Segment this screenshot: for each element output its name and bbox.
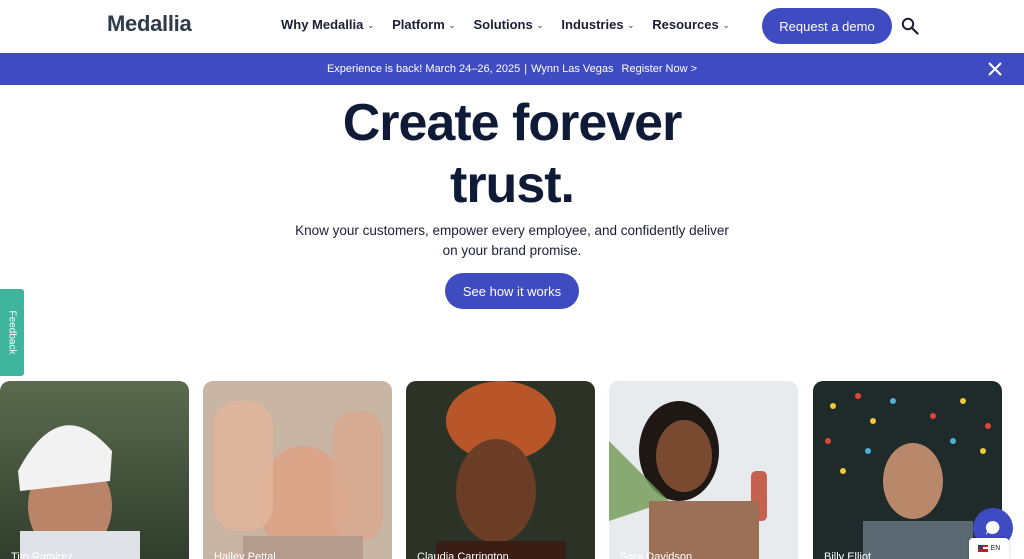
chevron-down-icon: ⌄ [448, 21, 456, 30]
language-label: EN [990, 545, 1001, 552]
person-name: Sara Davidson [620, 551, 693, 559]
nav-label: Platform [392, 17, 445, 32]
chevron-down-icon: ⌄ [536, 21, 544, 30]
request-demo-button[interactable]: Request a demo [762, 8, 892, 44]
person-photo [406, 381, 595, 559]
hero-subtitle: Know your customers, empower every emplo… [262, 221, 762, 261]
person-name: Hailey Pettal [214, 551, 276, 559]
hero-subtitle-line: on your brand promise. [442, 243, 582, 258]
hero-title: Create forever trust. [0, 92, 1024, 216]
nav-label: Resources [652, 17, 719, 32]
person-photo [0, 381, 189, 559]
person-card[interactable]: Hailey Pettal [203, 381, 392, 559]
person-photo [609, 381, 798, 559]
hero-subtitle-line: Know your customers, empower every emplo… [295, 223, 729, 238]
person-name: Claudia Carrington [417, 551, 509, 559]
main-nav: Why Medallia ⌄ Platform ⌄ Solutions ⌄ In… [281, 17, 747, 32]
feedback-label: Feedback [6, 310, 18, 355]
banner-location: Wynn Las Vegas [531, 63, 614, 75]
medallia-logo[interactable]: Medallia [107, 11, 192, 37]
nav-solutions[interactable]: Solutions ⌄ [474, 17, 544, 32]
nav-label: Why Medallia [281, 17, 364, 32]
banner-separator: | [524, 63, 528, 75]
announcement-banner: Experience is back! March 24–26, 2025 | … [0, 53, 1024, 85]
chevron-down-icon: ⌄ [722, 21, 730, 30]
chevron-down-icon: ⌄ [627, 21, 635, 30]
close-icon[interactable] [986, 60, 1004, 78]
hero-title-line: Create forever [342, 94, 683, 152]
site-header: Medallia Why Medallia ⌄ Platform ⌄ Solut… [0, 0, 1024, 53]
nav-resources[interactable]: Resources ⌄ [652, 17, 729, 32]
person-name: Billy Elliot [824, 551, 872, 559]
register-now-link[interactable]: Register Now > [622, 63, 698, 75]
nav-label: Industries [561, 17, 624, 32]
person-card[interactable]: Tito Ramirez [0, 381, 189, 559]
us-flag-icon [977, 545, 988, 552]
banner-text: Experience is back! March 24–26, 2025 [326, 63, 521, 75]
search-icon[interactable] [901, 17, 919, 35]
chat-bubble-icon [985, 520, 1000, 535]
nav-why-medallia[interactable]: Why Medallia ⌄ [281, 17, 374, 32]
person-card[interactable]: Claudia Carrington [406, 381, 595, 559]
see-how-it-works-button[interactable]: See how it works [445, 273, 579, 309]
nav-label: Solutions [473, 17, 533, 32]
nav-industries[interactable]: Industries ⌄ [561, 17, 634, 32]
feedback-tab[interactable]: Feedback [0, 289, 24, 376]
person-photo [203, 381, 392, 559]
person-name: Tito Ramirez [11, 551, 73, 559]
chevron-down-icon: ⌄ [367, 21, 375, 30]
language-selector[interactable]: EN [969, 538, 1009, 559]
hero-title-line: trust. [450, 156, 575, 214]
nav-platform[interactable]: Platform ⌄ [392, 17, 455, 32]
person-card[interactable]: Sara Davidson [609, 381, 798, 559]
